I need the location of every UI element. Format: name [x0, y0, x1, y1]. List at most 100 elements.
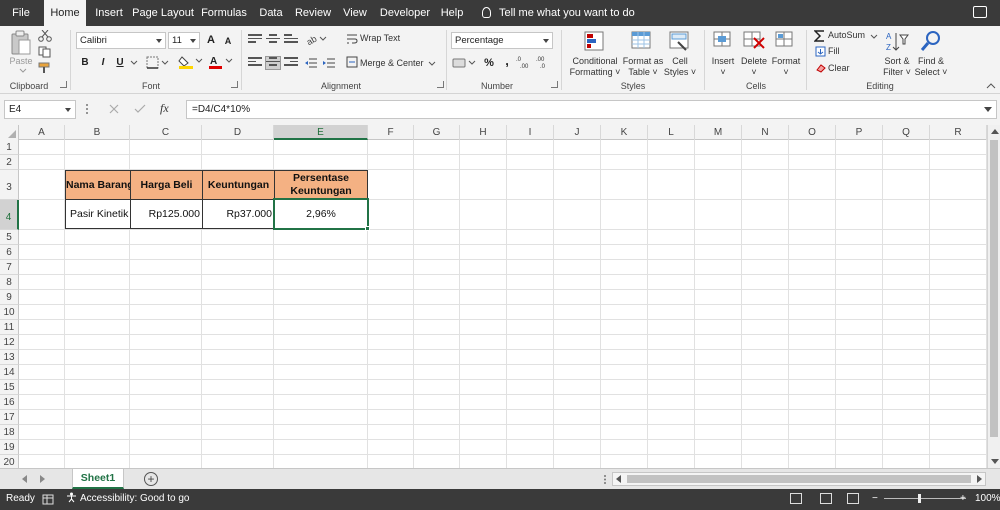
- column-header-p[interactable]: P: [836, 125, 883, 140]
- paste-label[interactable]: Paste: [6, 56, 36, 67]
- tab-home[interactable]: Home: [44, 0, 86, 26]
- scroll-left-icon[interactable]: [616, 475, 621, 483]
- collapse-ribbon-icon[interactable]: [986, 82, 996, 89]
- cell-b3[interactable]: Nama Barang: [65, 170, 131, 200]
- sort-filter-button[interactable]: Sort & Filter ˅: [880, 56, 914, 78]
- horizontal-scrollbar[interactable]: [612, 472, 986, 486]
- merge-center-button[interactable]: Merge & Center: [360, 58, 424, 69]
- percent-style-button[interactable]: %: [480, 54, 498, 72]
- borders-icon[interactable]: [146, 56, 170, 70]
- select-all-button[interactable]: [0, 125, 19, 140]
- clipboard-launcher-icon[interactable]: [60, 81, 67, 88]
- column-header-e[interactable]: E: [274, 125, 368, 140]
- row-header-12[interactable]: 12: [0, 335, 19, 350]
- orientation-icon[interactable]: ab: [306, 33, 328, 45]
- column-header-m[interactable]: M: [695, 125, 742, 140]
- tab-developer[interactable]: Developer: [378, 0, 432, 26]
- cell-d3[interactable]: Keuntungan: [202, 170, 275, 200]
- find-select-icon[interactable]: [920, 29, 944, 53]
- row-header-5[interactable]: 5: [0, 230, 19, 245]
- fill-color-icon[interactable]: [178, 54, 204, 70]
- insert-function-button[interactable]: fx: [160, 101, 169, 116]
- tab-file[interactable]: File: [0, 0, 42, 26]
- align-middle-icon[interactable]: [266, 34, 280, 46]
- format-painter-icon[interactable]: [38, 62, 52, 74]
- confirm-entry-icon[interactable]: [134, 104, 146, 114]
- accessibility-status[interactable]: Accessibility: Good to go: [66, 489, 190, 508]
- cell-styles-icon[interactable]: [668, 30, 692, 54]
- italic-button[interactable]: I: [94, 54, 112, 72]
- merge-dropdown-icon[interactable]: [428, 61, 436, 67]
- tell-me-search[interactable]: Tell me what you want to do: [482, 0, 635, 26]
- column-header-h[interactable]: H: [460, 125, 507, 140]
- column-header-n[interactable]: N: [742, 125, 789, 140]
- column-header-b[interactable]: B: [65, 125, 130, 140]
- column-header-q[interactable]: Q: [883, 125, 930, 140]
- comments-icon[interactable]: [973, 6, 987, 18]
- tab-page-layout[interactable]: Page Layout: [132, 0, 194, 26]
- next-sheet-icon[interactable]: [40, 475, 45, 483]
- page-break-view-icon[interactable]: [847, 493, 859, 504]
- shrink-font-button[interactable]: A: [219, 32, 237, 50]
- cut-icon[interactable]: [38, 30, 52, 42]
- number-format-select[interactable]: Percentage: [451, 32, 553, 49]
- increase-indent-icon[interactable]: [322, 57, 336, 69]
- delete-cells-button[interactable]: Delete ˅: [738, 56, 770, 78]
- fill-button[interactable]: Fill: [828, 46, 840, 57]
- add-sheet-button[interactable]: +: [144, 472, 158, 486]
- row-header-13[interactable]: 13: [0, 350, 19, 365]
- horizontal-scroll-thumb[interactable]: [627, 475, 971, 483]
- cell-b4[interactable]: Pasir Kinetik: [65, 199, 131, 229]
- clear-button[interactable]: Clear: [828, 63, 850, 74]
- copy-icon[interactable]: [38, 46, 52, 58]
- column-header-d[interactable]: D: [202, 125, 274, 140]
- tab-split-grip-icon[interactable]: [602, 474, 608, 485]
- tab-review[interactable]: Review: [293, 0, 333, 26]
- row-header-6[interactable]: 6: [0, 245, 19, 260]
- sort-filter-icon[interactable]: AZ: [885, 30, 909, 54]
- column-header-l[interactable]: L: [648, 125, 695, 140]
- vertical-scrollbar[interactable]: [987, 125, 1000, 468]
- cell-c3[interactable]: Harga Beli: [130, 170, 203, 200]
- font-color-icon[interactable]: A: [208, 54, 234, 70]
- autosum-button[interactable]: AutoSum: [828, 30, 865, 41]
- column-header-k[interactable]: K: [601, 125, 648, 140]
- align-center-icon[interactable]: [265, 56, 281, 70]
- font-size-select[interactable]: 11: [168, 32, 200, 49]
- comma-style-button[interactable]: ,: [498, 52, 516, 70]
- bold-button[interactable]: B: [76, 54, 94, 72]
- format-as-table-icon[interactable]: [630, 30, 654, 54]
- row-header-15[interactable]: 15: [0, 380, 19, 395]
- fill-icon[interactable]: [815, 46, 826, 57]
- format-cells-icon[interactable]: [774, 30, 798, 52]
- tab-help[interactable]: Help: [436, 0, 468, 26]
- font-name-select[interactable]: Calibri: [76, 32, 166, 49]
- number-launcher-icon[interactable]: [551, 81, 558, 88]
- prev-sheet-icon[interactable]: [22, 475, 27, 483]
- paste-dropdown-icon[interactable]: [19, 68, 27, 74]
- tab-view[interactable]: View: [338, 0, 372, 26]
- decrease-decimal-icon[interactable]: .00.0: [536, 55, 552, 69]
- tab-insert[interactable]: Insert: [88, 0, 130, 26]
- autosum-icon[interactable]: [814, 30, 826, 42]
- underline-dropdown-icon[interactable]: [130, 60, 138, 66]
- zoom-out-button[interactable]: −: [872, 489, 878, 508]
- row-header-19[interactable]: 19: [0, 440, 19, 455]
- autosum-dropdown-icon[interactable]: [870, 34, 878, 40]
- zoom-slider[interactable]: [884, 498, 966, 499]
- row-header-14[interactable]: 14: [0, 365, 19, 380]
- cell-e3[interactable]: Persentase Keuntungan: [274, 170, 368, 200]
- alignment-launcher-icon[interactable]: [437, 81, 444, 88]
- normal-view-icon[interactable]: [790, 493, 802, 504]
- increase-decimal-icon[interactable]: .0.00: [516, 55, 532, 69]
- column-header-a[interactable]: A: [19, 125, 65, 140]
- paste-icon[interactable]: [10, 30, 32, 56]
- find-select-button[interactable]: Find & Select ˅: [914, 56, 948, 78]
- column-header-g[interactable]: G: [414, 125, 460, 140]
- wrap-text-button[interactable]: Wrap Text: [360, 33, 400, 44]
- align-bottom-icon[interactable]: [284, 34, 298, 46]
- scroll-up-icon[interactable]: [991, 129, 999, 134]
- row-header-18[interactable]: 18: [0, 425, 19, 440]
- column-header-c[interactable]: C: [130, 125, 202, 140]
- name-box[interactable]: E4: [4, 100, 76, 119]
